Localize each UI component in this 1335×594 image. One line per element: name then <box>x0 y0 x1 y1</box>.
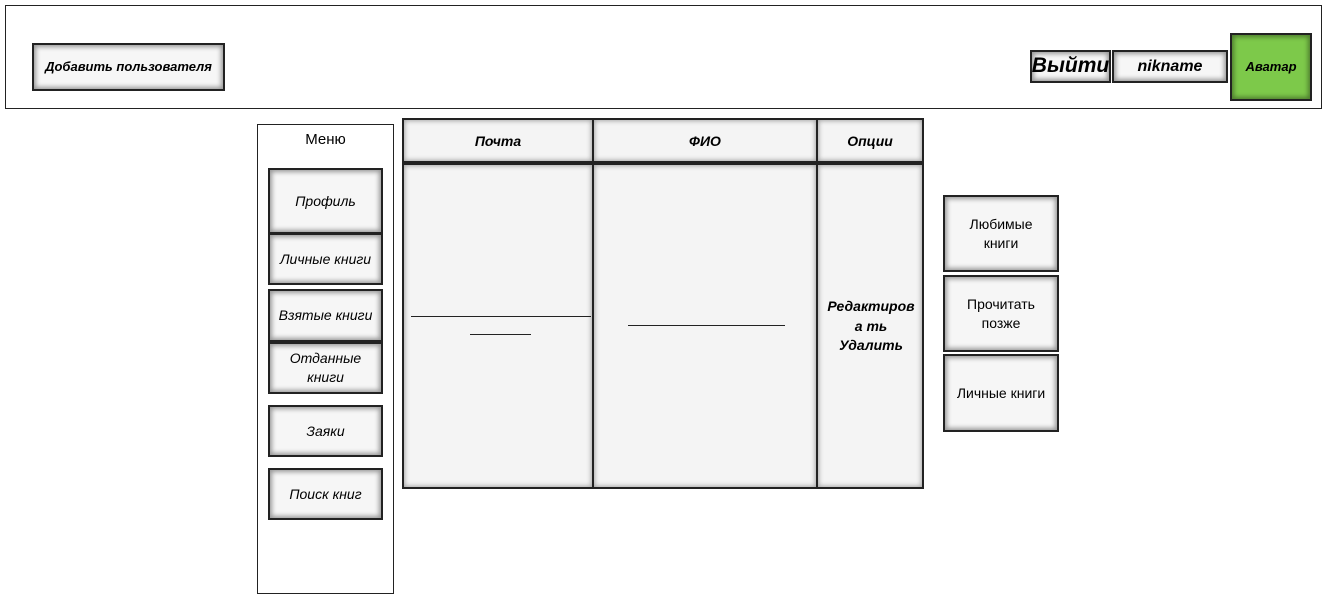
menu-item-label: Отданные книги <box>289 350 362 385</box>
personal-books-button[interactable]: Личные книги <box>943 354 1059 432</box>
side-button-label: Личные книги <box>956 384 1046 401</box>
fullname-placeholder-line <box>628 325 785 326</box>
nickname-button[interactable]: nikname <box>1112 50 1228 83</box>
read-later-button[interactable]: Прочитать позже <box>943 275 1059 352</box>
column-header-email: Почта <box>402 118 594 163</box>
avatar[interactable]: Аватар <box>1230 33 1312 101</box>
add-user-label: Добавить пользователя <box>45 59 212 75</box>
menu-title: Меню <box>305 131 346 148</box>
edit-link[interactable]: Редактирова ть <box>818 297 924 336</box>
side-button-label: Прочитать позже <box>967 295 1035 331</box>
menu-item-label: Профиль <box>295 192 356 209</box>
menu-item-personal-books[interactable]: Личные книги <box>268 233 383 285</box>
column-header-label: Почта <box>474 132 522 149</box>
menu-item-label: Взятые книги <box>278 307 373 324</box>
column-body-fullname <box>592 163 818 489</box>
menu-item-label: Поиск книг <box>289 485 362 502</box>
column-body-email <box>402 163 594 489</box>
column-header-fullname: ФИО <box>592 118 818 163</box>
menu-item-search-books[interactable]: Поиск книг <box>268 468 383 520</box>
email-placeholder-line-short <box>470 334 531 335</box>
menu-item-label: Заяки <box>306 422 345 439</box>
menu-item-profile[interactable]: Профиль <box>268 168 383 234</box>
nickname-label: nikname <box>1137 57 1203 75</box>
menu-item-borrowed-books[interactable]: Взятые книги <box>268 289 383 342</box>
column-header-label: Опции <box>847 132 893 149</box>
add-user-button[interactable]: Добавить пользователя <box>32 43 225 91</box>
logout-label: Выйти <box>1031 54 1110 78</box>
menu-item-lent-books[interactable]: Отданные книги <box>268 342 383 394</box>
row-options: Редактирова ть Удалить <box>818 297 924 356</box>
delete-link[interactable]: Удалить <box>818 336 924 356</box>
menu-item-requests[interactable]: Заяки <box>268 405 383 457</box>
logout-button[interactable]: Выйти <box>1030 50 1111 83</box>
column-header-label: ФИО <box>689 132 721 149</box>
side-button-label: Любимые книги <box>969 215 1033 251</box>
menu-item-label: Личные книги <box>279 250 372 267</box>
email-placeholder-line <box>411 316 591 317</box>
avatar-label: Аватар <box>1245 59 1297 75</box>
column-header-options: Опции <box>816 118 924 163</box>
favorite-books-button[interactable]: Любимые книги <box>943 195 1059 272</box>
